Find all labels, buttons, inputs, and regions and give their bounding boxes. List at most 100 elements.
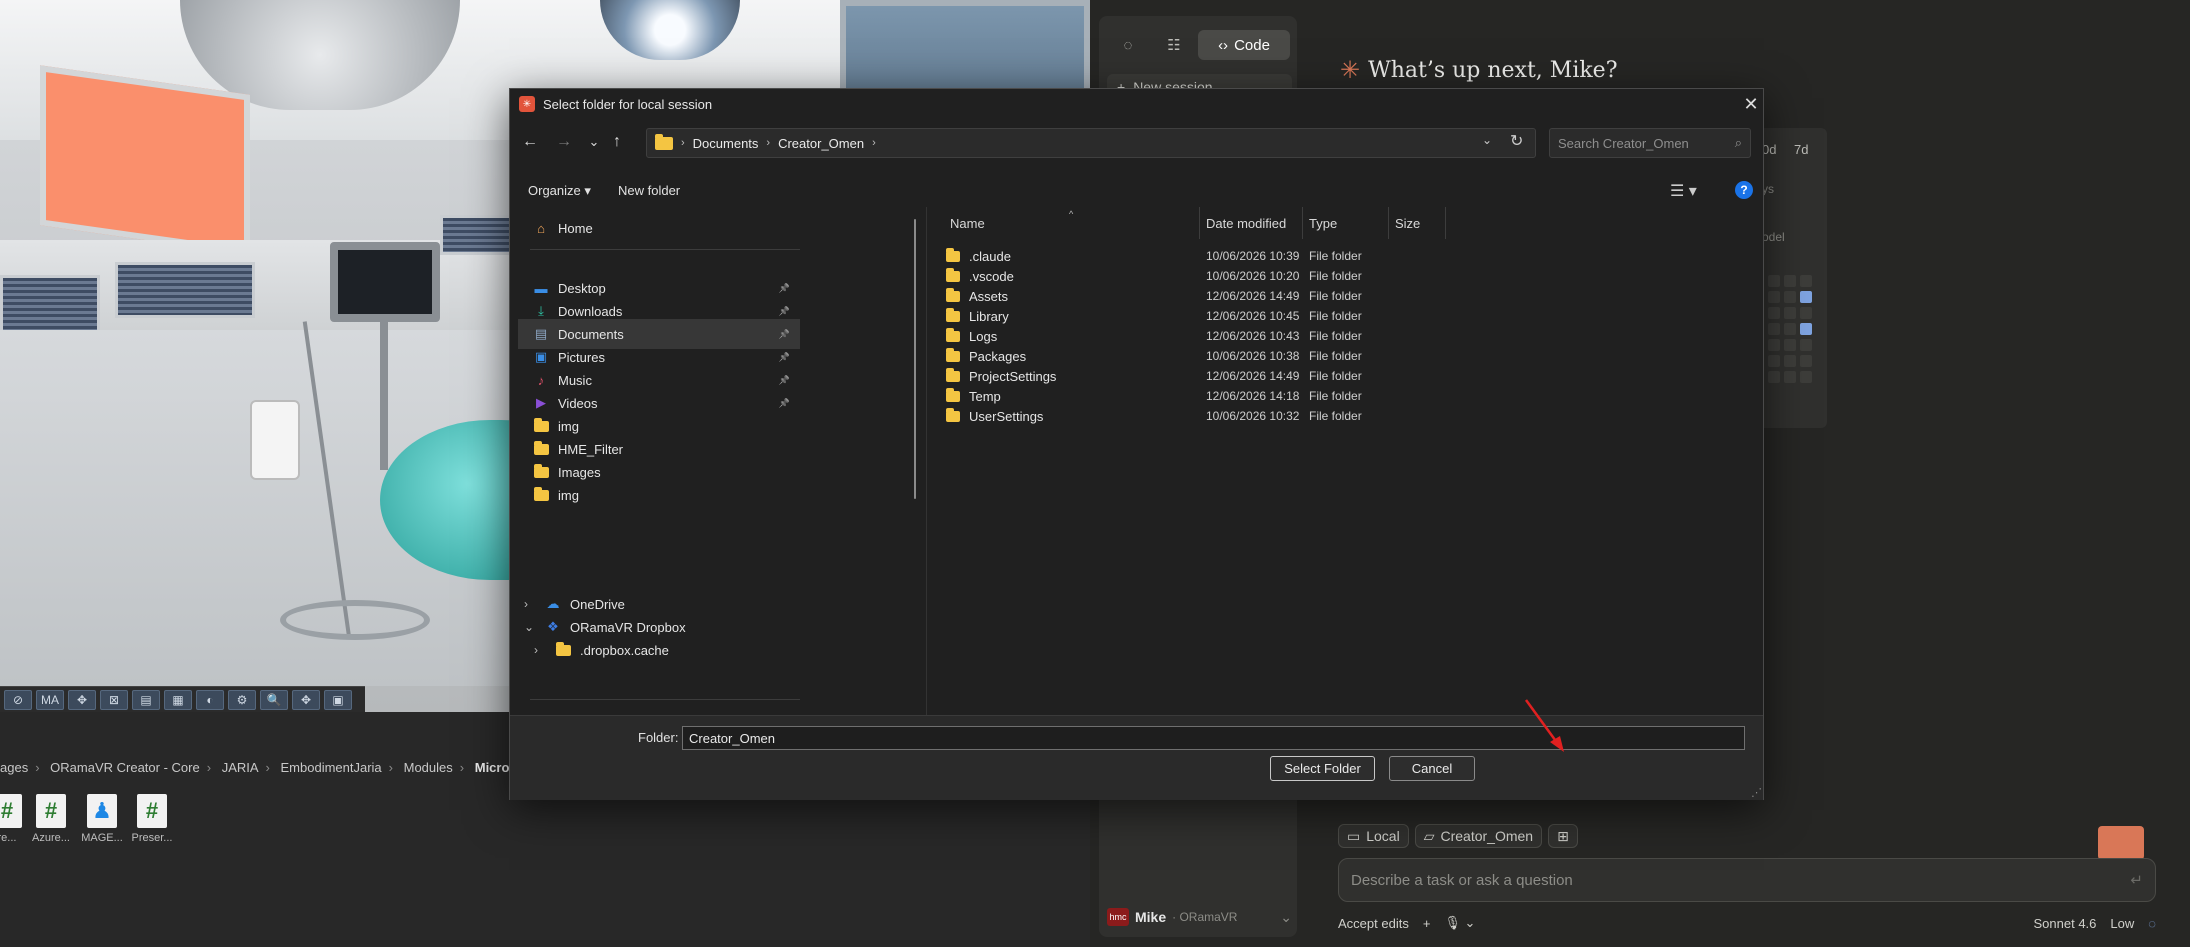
new-folder-button[interactable]: New folder bbox=[618, 183, 680, 198]
file-row[interactable]: Logs 12/06/2026 10:43 File folder bbox=[928, 326, 1528, 346]
breadcrumb-item[interactable]: ages bbox=[0, 760, 28, 775]
file-row[interactable]: .claude 10/06/2026 10:39 File folder bbox=[928, 246, 1528, 266]
pin-icon[interactable]: 📌 bbox=[779, 375, 790, 386]
tool-button[interactable]: ▤ bbox=[132, 689, 160, 710]
tool-button[interactable]: ⚙ bbox=[228, 689, 256, 710]
tool-button[interactable]: 🔍 bbox=[260, 689, 288, 710]
select-folder-button[interactable]: Select Folder bbox=[1270, 756, 1375, 781]
local-chip[interactable]: ▭ Local bbox=[1338, 824, 1409, 848]
tool-button[interactable]: ✥ bbox=[68, 689, 96, 710]
folder-shape bbox=[533, 417, 549, 432]
pin-icon[interactable]: 📌 bbox=[779, 329, 790, 340]
file-name: Temp bbox=[969, 388, 1001, 404]
cowork-mode-button[interactable]: ☷ bbox=[1152, 30, 1196, 60]
range-30d-tab[interactable]: 0d bbox=[1762, 142, 1776, 157]
sidebar-item-label: Pictures bbox=[558, 349, 605, 365]
downloads-icon: ⤓ bbox=[538, 303, 544, 318]
tool-button[interactable]: ▦ bbox=[164, 689, 192, 710]
csharp-script-icon: # bbox=[36, 794, 66, 828]
file-row[interactable]: Temp 12/06/2026 14:18 File folder bbox=[928, 386, 1528, 406]
expand-right-icon[interactable]: › bbox=[524, 597, 538, 611]
pin-icon[interactable]: 📌 bbox=[779, 283, 790, 294]
forward-arrow-icon[interactable]: → bbox=[553, 131, 575, 153]
heatmap-cell bbox=[1800, 355, 1812, 367]
file-row[interactable]: .vscode 10/06/2026 10:20 File folder bbox=[928, 266, 1528, 286]
column-size[interactable]: Size bbox=[1389, 207, 1446, 239]
folder-icon bbox=[946, 307, 960, 322]
close-icon[interactable]: ✕ bbox=[1740, 93, 1762, 115]
folder-icon bbox=[946, 287, 960, 302]
organize-button[interactable]: Organize ▾ bbox=[528, 183, 591, 199]
asset-item[interactable]: # re... bbox=[0, 794, 30, 844]
chevron-down-icon[interactable]: ⌄ bbox=[1482, 133, 1492, 147]
pin-icon[interactable]: 📌 bbox=[779, 352, 790, 363]
address-segment[interactable]: Documents bbox=[693, 136, 759, 151]
user-menu[interactable]: hmc Mike · ORamaVR ⌄ bbox=[1107, 906, 1292, 928]
pin-icon[interactable]: 📌 bbox=[779, 306, 790, 317]
nav-dropbox-cache[interactable]: › .dropbox.cache bbox=[518, 635, 800, 665]
tool-button[interactable]: MA bbox=[36, 689, 64, 710]
asset-item[interactable]: # Preser... bbox=[129, 794, 175, 844]
file-date: 12/06/2026 14:49 bbox=[1206, 289, 1300, 303]
range-7d-tab[interactable]: 7d bbox=[1794, 142, 1808, 157]
file-row[interactable]: Assets 12/06/2026 14:49 File folder bbox=[928, 286, 1528, 306]
send-icon[interactable]: ↵ bbox=[2130, 871, 2143, 889]
sidebar-item[interactable]: img bbox=[518, 480, 800, 510]
file-row[interactable]: ProjectSettings 12/06/2026 14:49 File fold… bbox=[928, 366, 1528, 386]
spinner-icon: ◌ bbox=[2148, 915, 2156, 931]
folder-chip[interactable]: ▱ Creator_Omen bbox=[1414, 824, 1543, 848]
address-bar[interactable]: › Documents › Creator_Omen › bbox=[646, 128, 1536, 158]
prompt-input[interactable]: Describe a task or ask a question ↵ bbox=[1338, 858, 2156, 902]
breadcrumb-item[interactable]: ORamaVR Creator - Core bbox=[50, 760, 200, 775]
pin-icon[interactable]: 📌 bbox=[779, 398, 790, 409]
refresh-icon[interactable]: ↻ bbox=[1510, 131, 1523, 151]
back-arrow-icon[interactable]: ← bbox=[519, 131, 541, 153]
folder-icon bbox=[946, 407, 960, 422]
pane-splitter[interactable] bbox=[926, 207, 927, 717]
nav-scrollbar[interactable] bbox=[914, 219, 916, 499]
file-row[interactable]: Packages 10/06/2026 10:38 File folder bbox=[928, 346, 1528, 366]
accept-edits-toggle[interactable]: Accept edits bbox=[1338, 916, 1409, 931]
breadcrumb-item[interactable]: JARIA bbox=[222, 760, 259, 775]
tool-button[interactable]: ▣ bbox=[324, 689, 352, 710]
tool-button[interactable]: ✥ bbox=[292, 689, 320, 710]
folder-name-input[interactable]: Creator_Omen bbox=[682, 726, 1745, 750]
code-mode-button[interactable]: ‹› Code bbox=[1198, 30, 1290, 60]
view-options-icon[interactable]: ☰ ▾ bbox=[1670, 181, 1697, 201]
add-folder-chip[interactable]: ⊞ bbox=[1548, 824, 1578, 848]
nav-home[interactable]: ⌂ Home bbox=[518, 213, 800, 243]
file-date: 12/06/2026 14:18 bbox=[1206, 389, 1300, 403]
expand-down-icon[interactable]: ⌄ bbox=[524, 620, 538, 634]
cancel-button[interactable]: Cancel bbox=[1389, 756, 1475, 781]
model-selector[interactable]: Sonnet 4.6 bbox=[2034, 916, 2097, 931]
search-input[interactable]: Search Creator_Omen ⌕ bbox=[1549, 128, 1751, 158]
breadcrumb-item[interactable]: EmbodimentJaria bbox=[281, 760, 382, 775]
add-icon[interactable]: + bbox=[1423, 916, 1431, 931]
breadcrumb-item[interactable]: Modules bbox=[404, 760, 453, 775]
asset-item[interactable]: # Azure... bbox=[28, 794, 74, 844]
column-name[interactable]: Name bbox=[928, 207, 1200, 239]
file-row[interactable]: Library 12/06/2026 10:45 File folder bbox=[928, 306, 1528, 326]
file-type: File folder bbox=[1309, 289, 1362, 303]
effort-selector[interactable]: Low bbox=[2110, 916, 2134, 931]
code-label: Code bbox=[1234, 36, 1270, 54]
up-arrow-icon[interactable]: ↑ bbox=[606, 131, 628, 153]
tool-button[interactable]: ⊠ bbox=[100, 689, 128, 710]
help-icon[interactable]: ? bbox=[1735, 181, 1753, 199]
mic-icon[interactable]: 🎙 ⌄ bbox=[1444, 915, 1475, 931]
csharp-script-icon: # bbox=[0, 794, 22, 828]
address-segment[interactable]: Creator_Omen bbox=[778, 136, 864, 151]
column-date-modified[interactable]: Date modified bbox=[1200, 207, 1303, 239]
code-icon: ‹› bbox=[1218, 36, 1229, 54]
tool-button[interactable]: ◐ bbox=[196, 689, 224, 710]
resize-grip-icon[interactable]: ⋰ bbox=[1751, 786, 1762, 799]
chat-mode-button[interactable]: ◌ bbox=[1106, 30, 1150, 60]
divider bbox=[530, 249, 800, 250]
expand-right-icon[interactable]: › bbox=[534, 643, 548, 657]
recent-locations-icon[interactable]: ⌄ bbox=[583, 131, 605, 153]
column-type[interactable]: Type bbox=[1303, 207, 1389, 239]
tool-button[interactable]: ⊘ bbox=[4, 689, 32, 710]
sidebar-item-label: HME_Filter bbox=[558, 441, 624, 457]
asset-item[interactable]: ♟ MAGE... bbox=[79, 794, 125, 844]
file-row[interactable]: UserSettings 10/06/2026 10:32 File folder bbox=[928, 406, 1528, 426]
